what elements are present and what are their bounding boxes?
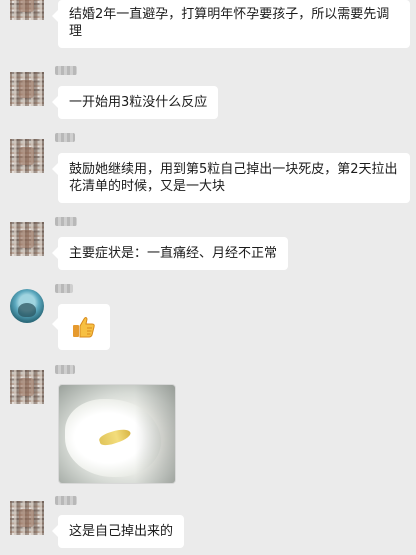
sender-name-blurred [55,496,77,505]
avatar[interactable] [10,501,44,535]
avatar[interactable] [10,0,44,20]
sender-name-blurred [55,365,75,374]
avatar[interactable] [10,222,44,256]
thumbs-up-icon [73,317,95,338]
message-text: 鼓励她继续用，用到第5粒自己掉出一块死皮，第2天拉出花清单的时候，又是一大块 [69,162,398,194]
message-bubble[interactable] [52,304,110,350]
message-text: 一开始用3粒没什么反应 [69,95,208,110]
avatar[interactable] [10,72,44,106]
message-text: 结婚2年一直避孕，打算明年怀孕要孩子，所以需要先调理 [69,7,390,39]
message-bubble[interactable]: 主要症状是：一直痛经、月经不正常 [51,237,289,270]
message-bubble[interactable]: 这是自己掉出来的 [51,515,185,548]
sender-name-blurred [55,133,75,142]
message-text: 这是自己掉出来的 [69,524,174,539]
photo-message[interactable] [58,384,176,484]
sender-name-blurred [55,217,77,226]
avatar[interactable] [10,370,44,404]
message-bubble[interactable]: 一开始用3粒没什么反应 [51,86,219,119]
message-text: 主要症状是：一直痛经、月经不正常 [69,246,278,261]
sender-name-blurred [55,66,77,75]
avatar[interactable] [10,289,44,323]
avatar[interactable] [10,139,44,173]
sender-name-blurred [55,284,73,293]
message-bubble[interactable]: 鼓励她继续用，用到第5粒自己掉出一块死皮，第2天拉出花清单的时候，又是一大块 [52,153,410,203]
message-bubble[interactable]: 结婚2年一直避孕，打算明年怀孕要孩子，所以需要先调理 [52,0,410,48]
